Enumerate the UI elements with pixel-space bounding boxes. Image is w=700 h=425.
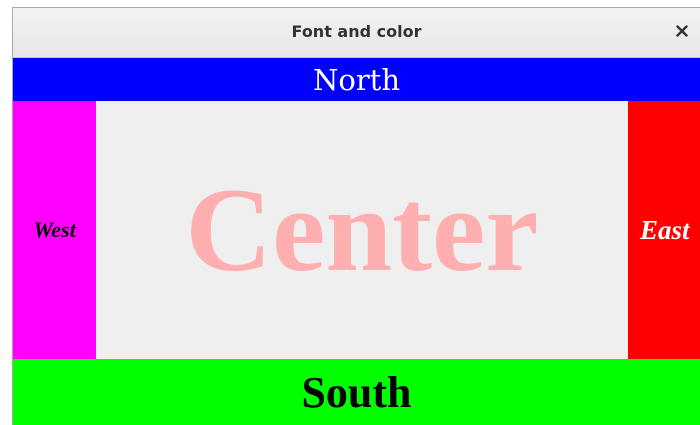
close-icon [676, 25, 688, 37]
app-window: Font and color North West Center East So… [12, 7, 700, 425]
north-label: North [312, 62, 401, 97]
west-panel: West [13, 101, 96, 359]
title-bar[interactable]: Font and color [13, 8, 700, 58]
east-panel: East [628, 101, 700, 359]
south-panel: South [13, 359, 700, 425]
center-label: Center [185, 163, 539, 296]
close-button[interactable] [670, 18, 694, 44]
west-label: West [33, 217, 76, 242]
south-label: South [301, 368, 412, 417]
north-panel: North [13, 58, 700, 101]
center-panel: Center [96, 101, 628, 359]
east-label: East [640, 214, 690, 245]
window-title: Font and color [291, 22, 422, 41]
